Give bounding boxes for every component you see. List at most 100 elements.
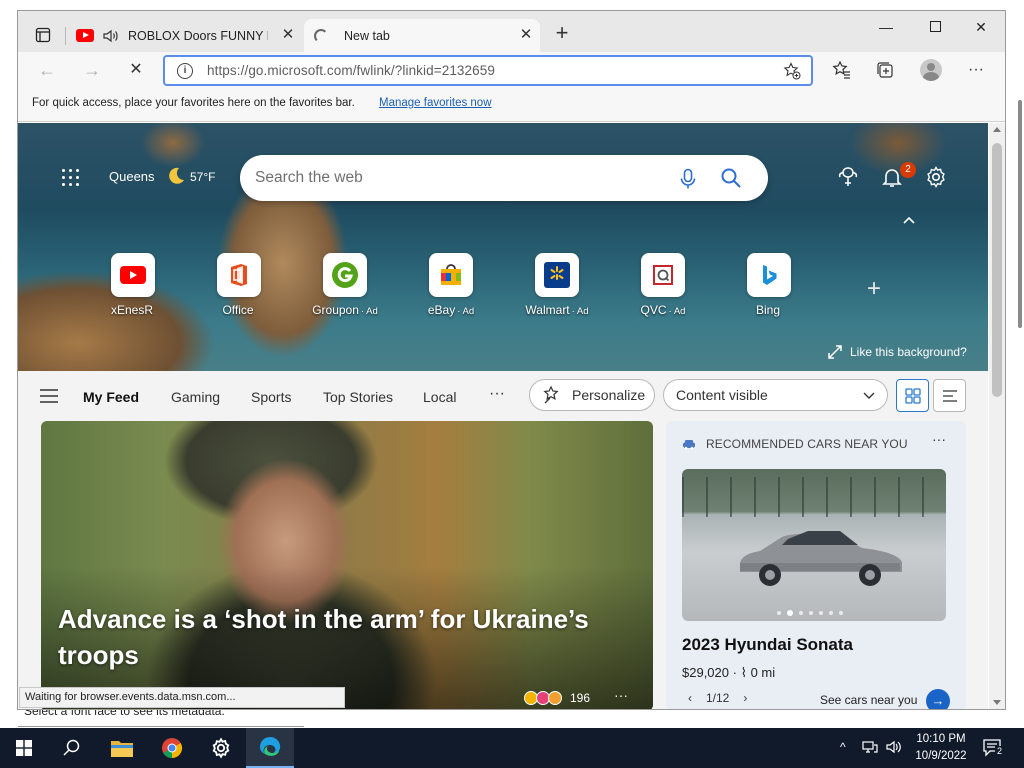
microphone-icon[interactable] <box>678 168 698 190</box>
page-scrollbar[interactable] <box>989 123 1005 709</box>
search-placeholder[interactable]: Search the web <box>255 169 363 187</box>
like-background-button[interactable]: Like this background? <box>828 345 967 359</box>
weather-location[interactable]: Queens <box>109 169 155 184</box>
profile-avatar <box>920 59 942 81</box>
car-title[interactable]: 2023 Hyundai Sonata <box>682 635 853 655</box>
reactions[interactable]: 196 <box>524 691 590 705</box>
weather-temperature[interactable]: 57°F <box>190 170 215 184</box>
close-window-button[interactable]: ✕ <box>958 15 1004 39</box>
web-search-box[interactable]: Search the web <box>240 155 768 201</box>
tab-actions-button[interactable] <box>28 23 58 47</box>
scroll-thumb[interactable] <box>992 143 1002 397</box>
close-tab-button[interactable]: ✕ <box>518 27 534 43</box>
manage-favorites-link[interactable]: Manage favorites now <box>379 97 492 109</box>
collections-button[interactable] <box>874 59 896 81</box>
taskbar-search-button[interactable] <box>48 728 96 768</box>
taskbar: ^ 10:10 PM 10/9/2022 2 <box>0 728 1024 768</box>
scroll-down-arrow-icon[interactable] <box>993 700 1001 705</box>
forward-button[interactable]: → <box>78 58 106 82</box>
chevron-down-icon <box>863 392 875 399</box>
scroll-up-arrow-icon[interactable] <box>993 127 1001 132</box>
chevron-up-icon[interactable] <box>902 215 916 225</box>
quick-link-label: Office <box>222 303 254 317</box>
grid-view-button[interactable] <box>896 379 929 412</box>
tab-youtube[interactable]: ROBLOX Doors FUNNY MOMENTS ✕ <box>70 19 302 52</box>
close-tab-button[interactable]: ✕ <box>280 27 296 43</box>
start-button[interactable] <box>0 728 48 768</box>
tab-local[interactable]: Local <box>423 389 456 405</box>
carousel-indicator[interactable] <box>777 609 857 617</box>
bing-icon <box>747 253 791 297</box>
settings-more-button[interactable]: ··· <box>965 59 987 81</box>
settings-button[interactable] <box>197 728 245 768</box>
feed-navigation: My Feed Gaming Sports Top Stories Local … <box>18 371 988 421</box>
quick-link-tile[interactable]: Walmart · Ad <box>512 253 602 317</box>
quick-link-tile[interactable]: QVC · Ad <box>618 253 708 317</box>
next-car-button[interactable]: › <box>743 691 747 705</box>
folder-icon <box>111 741 133 757</box>
card-more-button[interactable]: ··· <box>614 687 628 703</box>
content-visibility-dropdown[interactable]: Content visible <box>663 379 888 411</box>
page-settings-gear-icon[interactable] <box>924 165 948 189</box>
quick-link-tile[interactable]: xEnesR <box>88 253 178 317</box>
quick-link-tile[interactable]: Office <box>194 253 284 317</box>
more-tabs-button[interactable]: ··· <box>489 385 505 403</box>
cars-card-more-button[interactable]: ··· <box>932 431 946 447</box>
action-center-button[interactable]: 2 <box>982 738 1005 758</box>
hamburger-menu-icon[interactable] <box>40 389 58 403</box>
add-favorite-icon[interactable] <box>783 62 801 80</box>
add-shortcut-button[interactable]: + <box>864 277 884 301</box>
back-button[interactable]: ← <box>33 58 61 82</box>
tab-top-stories[interactable]: Top Stories <box>323 389 393 405</box>
odometer-icon: ⌇ <box>740 665 747 680</box>
cars-card-title: RECOMMENDED CARS NEAR YOU <box>706 437 908 451</box>
cars-card-header: RECOMMENDED CARS NEAR YOU <box>682 437 908 451</box>
tab-sports[interactable]: Sports <box>251 389 291 405</box>
address-bar[interactable]: i https://go.microsoft.com/fwlink/?linki… <box>163 55 813 86</box>
edge-button[interactable] <box>246 728 294 768</box>
sad-reaction-icon <box>548 691 562 705</box>
new-tab-button[interactable]: + <box>552 22 572 44</box>
minimize-button[interactable]: — <box>863 15 909 39</box>
news-headline[interactable]: Advance is a ‘shot in the arm’ for Ukrai… <box>58 601 618 673</box>
tab-new-tab[interactable]: New tab ✕ <box>304 19 540 52</box>
car-price: $29,020 <box>682 665 729 680</box>
show-hidden-icons-button[interactable]: ^ <box>840 740 846 754</box>
volume-icon[interactable] <box>886 740 902 757</box>
tab-gaming[interactable]: Gaming <box>171 389 220 405</box>
url-text[interactable]: https://go.microsoft.com/fwlink/?linkid=… <box>207 63 495 78</box>
see-cars-arrow-button[interactable]: → <box>926 689 950 709</box>
list-view-button[interactable] <box>933 379 966 412</box>
quick-link-tile[interactable]: eBay · Ad <box>406 253 496 317</box>
outer-scrollbar[interactable] <box>1018 100 1022 328</box>
maximize-button[interactable] <box>912 15 958 39</box>
site-info-icon[interactable]: i <box>177 62 193 79</box>
car-image[interactable] <box>682 469 946 621</box>
rewards-icon[interactable] <box>836 165 860 189</box>
moon-weather-icon <box>169 167 184 184</box>
profile-button[interactable] <box>920 59 942 81</box>
grid-view-icon <box>904 387 921 404</box>
walmart-icon <box>535 253 579 297</box>
favorites-button[interactable] <box>831 59 853 81</box>
gear-icon <box>212 737 230 759</box>
chrome-button[interactable] <box>148 728 196 768</box>
speaker-icon[interactable] <box>102 27 120 45</box>
previous-car-button[interactable]: ‹ <box>688 691 692 705</box>
recommended-cars-card[interactable]: RECOMMENDED CARS NEAR YOU ··· 2023 Hyund… <box>666 421 966 709</box>
maximize-icon <box>929 21 941 32</box>
quick-link-label: xEnesR <box>110 303 154 317</box>
file-explorer-button[interactable] <box>98 728 146 768</box>
stop-loading-button[interactable]: ✕ <box>122 58 150 82</box>
personalize-button[interactable]: Personalize <box>529 379 655 411</box>
clock[interactable]: 10:10 PM 10/9/2022 <box>910 731 972 765</box>
quick-link-tile[interactable]: Bing <box>724 253 814 317</box>
tab-my-feed[interactable]: My Feed <box>83 389 139 405</box>
toolbar: ← → ✕ i https://go.microsoft.com/fwlink/… <box>18 52 1005 89</box>
network-icon[interactable] <box>862 740 878 757</box>
quick-link-tile[interactable]: Groupon · Ad <box>300 253 390 317</box>
search-icon[interactable] <box>720 167 742 189</box>
see-cars-link[interactable]: See cars near you <box>820 693 917 707</box>
news-card[interactable]: Advance is a ‘shot in the arm’ for Ukrai… <box>41 421 653 709</box>
app-launcher-icon[interactable] <box>62 169 80 187</box>
